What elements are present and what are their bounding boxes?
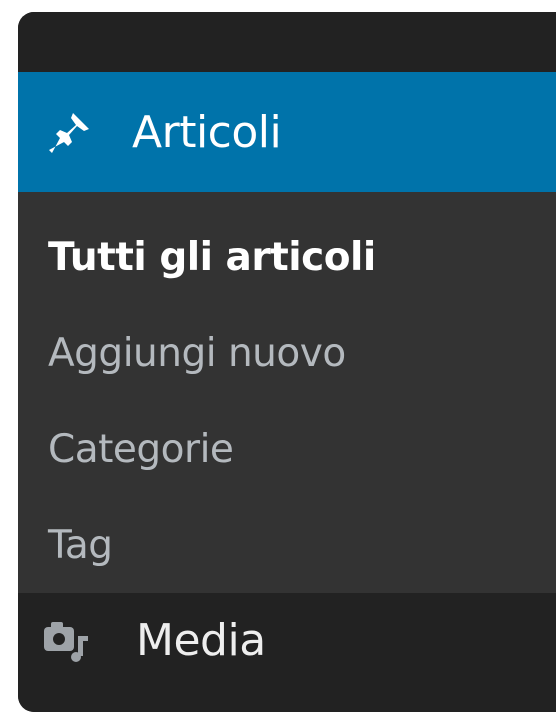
submenu-articoli: Tutti gli articoli Aggiungi nuovo Catego… <box>18 192 556 593</box>
menu-item-media[interactable]: Media <box>18 593 556 712</box>
pushpin-icon <box>40 102 100 162</box>
media-icon <box>36 611 96 671</box>
admin-sidebar-menu: Articoli Tutti gli articoli Aggiungi nuo… <box>18 12 556 712</box>
submenu-item-aggiungi-nuovo[interactable]: Aggiungi nuovo <box>18 322 556 418</box>
menu-item-label: Articoli <box>132 106 282 158</box>
menu-top-strip <box>18 12 556 72</box>
menu-item-label: Media <box>136 615 266 666</box>
submenu-item-tutti-gli-articoli[interactable]: Tutti gli articoli <box>18 226 556 322</box>
menu-item-articoli[interactable]: Articoli <box>18 72 556 192</box>
submenu-item-categorie[interactable]: Categorie <box>18 418 556 514</box>
